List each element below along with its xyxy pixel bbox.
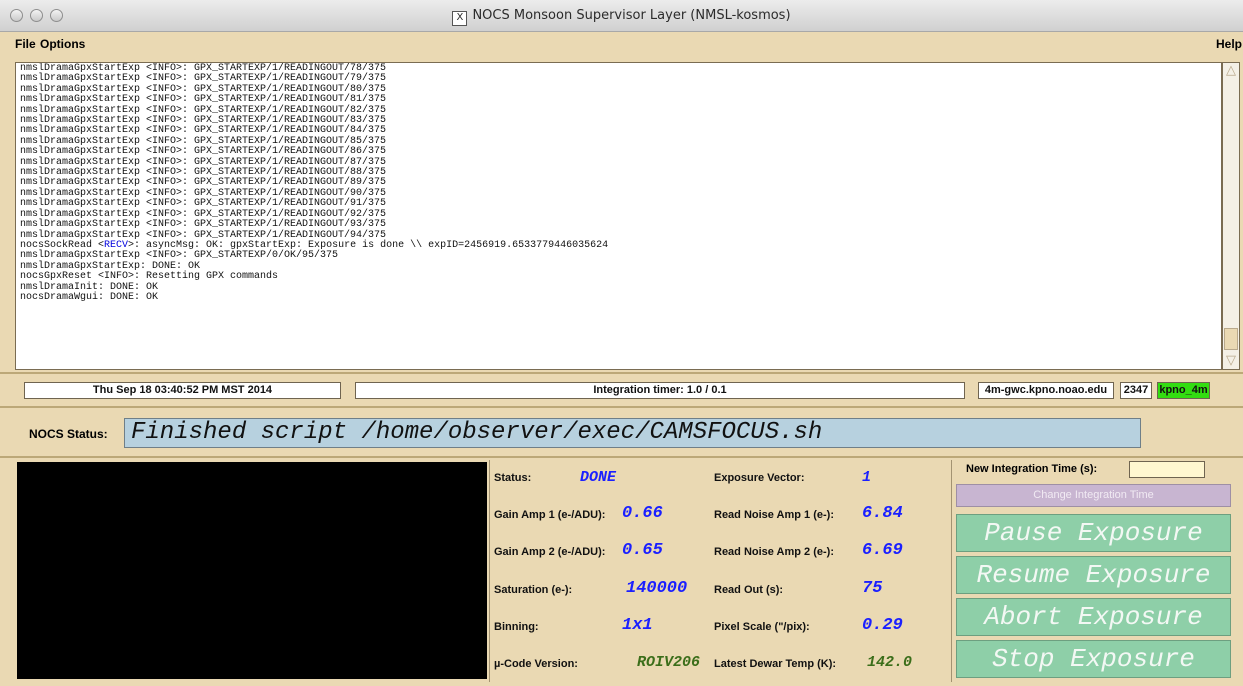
exposure-vector-label: Exposure Vector: [714, 472, 805, 484]
divider [0, 406, 1243, 408]
log-text: nocsDramaWgui: DONE: OK [20, 291, 159, 303]
ucode-version-label: µ-Code Version: [494, 658, 578, 670]
divider [0, 372, 1243, 374]
binning-value: 1x1 [622, 616, 653, 635]
window-title: X NOCS Monsoon Supervisor Layer (NMSL-kos… [0, 8, 1243, 26]
saturation-label: Saturation (e-): [494, 584, 573, 596]
scroll-up-icon[interactable]: △ [1223, 63, 1239, 79]
menubar: File Options Help [0, 33, 1243, 55]
read-noise-amp1-value: 6.84 [862, 504, 903, 523]
gain-amp1-value: 0.66 [622, 504, 663, 523]
scroll-thumb[interactable] [1224, 328, 1238, 350]
exposure-vector-value: 1 [862, 469, 872, 486]
menu-options[interactable]: Options [40, 37, 85, 51]
log-text: nmslDramaGpxStartExp <INFO>: GPX_STARTEX… [20, 94, 387, 106]
log-line: nocsGpxReset <INFO>: Resetting GPX comma… [20, 271, 1217, 283]
status-value: DONE [580, 469, 617, 486]
read-noise-amp1-label: Read Noise Amp 1 (e-): [714, 509, 835, 521]
image-display-panel [17, 462, 487, 679]
abort-exposure-button[interactable]: Abort Exposure [956, 598, 1231, 636]
window-titlebar: X NOCS Monsoon Supervisor Layer (NMSL-kos… [0, 0, 1243, 32]
log-scrollbar[interactable]: △ ▽ [1222, 62, 1240, 370]
gain-amp2-label: Gain Amp 2 (e-/ADU): [494, 546, 606, 558]
pixel-scale-value: 0.29 [862, 616, 903, 635]
read-noise-amp2-label: Read Noise Amp 2 (e-): [714, 546, 835, 558]
log-line: nmslDramaInit: DONE: OK [20, 281, 1217, 293]
host-display: 4m-gwc.kpno.noao.edu [978, 382, 1114, 399]
exposure-parameters-panel [489, 460, 952, 682]
log-text: nmslDramaGpxStartExp <INFO>: GPX_STARTEX… [20, 219, 387, 231]
stop-exposure-button[interactable]: Stop Exposure [956, 640, 1231, 678]
new-integration-time-label: New Integration Time (s): [966, 463, 1098, 475]
resume-exposure-button[interactable]: Resume Exposure [956, 556, 1231, 594]
log-text: nmslDramaGpxStartExp <INFO>: GPX_STARTEX… [20, 229, 387, 241]
log-text: nmslDramaGpxStartExp <INFO>: GPX_STARTEX… [20, 104, 387, 116]
log-text: nmslDramaGpxStartExp <INFO>: GPX_STARTEX… [20, 156, 387, 168]
port-display: 2347 [1120, 382, 1152, 399]
log-text: nmslDramaGpxStartExp <INFO>: GPX_STARTEX… [20, 125, 387, 137]
read-out-value: 75 [862, 579, 883, 598]
pause-exposure-button[interactable]: Pause Exposure [956, 514, 1231, 552]
log-text: nocsGpxReset <INFO>: Resetting GPX comma… [20, 271, 279, 283]
gain-amp1-label: Gain Amp 1 (e-/ADU): [494, 509, 606, 521]
log-text: nmslDramaGpxStartExp <INFO>: GPX_STARTEX… [20, 250, 339, 262]
saturation-value: 140000 [626, 579, 688, 598]
new-integration-time-input[interactable] [1129, 461, 1205, 478]
menu-file[interactable]: File [15, 37, 36, 51]
nocs-status-display: Finished script /home/observer/exec/CAMS… [124, 418, 1141, 448]
read-noise-amp2-value: 6.69 [862, 541, 903, 560]
menu-help[interactable]: Help [1216, 37, 1242, 51]
scroll-down-icon[interactable]: ▽ [1223, 353, 1239, 369]
binning-label: Binning: [494, 621, 539, 633]
integration-timer-display: Integration timer: 1.0 / 0.1 [355, 382, 965, 399]
log-line: nocsDramaWgui: DONE: OK [20, 291, 1217, 303]
log-text: nmslDramaGpxStartExp <INFO>: GPX_STARTEX… [20, 73, 387, 85]
ucode-version-value: ROIV206 [637, 654, 701, 671]
change-integration-time-button[interactable]: Change Integration Time [956, 484, 1231, 507]
log-text: nmslDramaGpxStartExp <INFO>: GPX_STARTEX… [20, 177, 387, 189]
dewar-temp-label: Latest Dewar Temp (K): [714, 658, 837, 670]
dewar-temp-value: 142.0 [867, 654, 913, 671]
x11-icon: X [452, 11, 468, 26]
divider [0, 456, 1243, 458]
gain-amp2-value: 0.65 [622, 541, 663, 560]
log-lines: nmslDramaGpxStartExp <INFO>: GPX_STARTEX… [16, 63, 1221, 304]
log-output[interactable]: nmslDramaGpxStartExp <INFO>: GPX_STARTEX… [15, 62, 1222, 370]
log-text: nmslDramaGpxStartExp <INFO>: GPX_STARTEX… [20, 146, 387, 158]
read-out-label: Read Out (s): [714, 584, 784, 596]
datetime-display: Thu Sep 18 03:40:52 PM MST 2014 [24, 382, 341, 399]
log-text: nmslDramaGpxStartExp <INFO>: GPX_STARTEX… [20, 198, 387, 210]
instance-badge: kpno_4m [1157, 382, 1210, 399]
window-title-text: NOCS Monsoon Supervisor Layer (NMSL-kosm… [472, 8, 791, 23]
log-text: nmslDramaInit: DONE: OK [20, 281, 159, 293]
status-label: Status: [494, 472, 532, 484]
nocs-status-label: NOCS Status: [29, 427, 108, 441]
pixel-scale-label: Pixel Scale ("/pix): [714, 621, 810, 633]
